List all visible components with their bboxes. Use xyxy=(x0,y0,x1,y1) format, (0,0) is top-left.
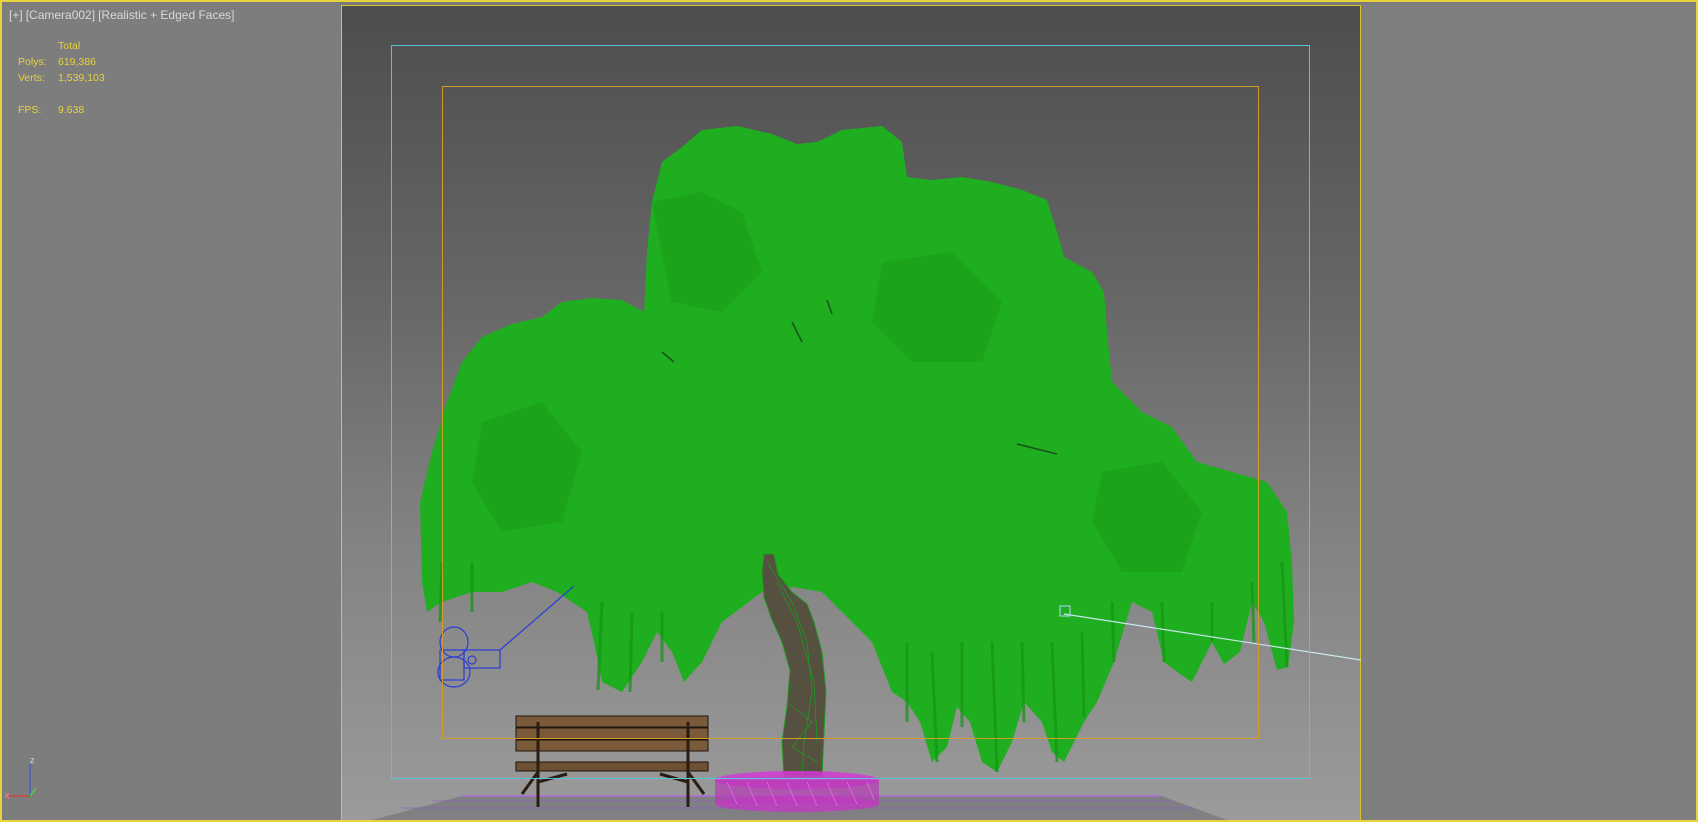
viewport-camera-label[interactable]: [Camera002] xyxy=(26,8,95,22)
safe-frame-inner xyxy=(442,86,1259,739)
stats-header-row: Total xyxy=(18,38,105,54)
viewport-menu[interactable]: [+] xyxy=(9,8,23,22)
fps-value: 9.638 xyxy=(58,104,85,116)
stats-header: Total xyxy=(58,40,81,52)
viewport-shading-label[interactable]: [Realistic + Edged Faces] xyxy=(98,8,234,22)
viewport-label[interactable]: [+] [Camera002] [Realistic + Edged Faces] xyxy=(9,8,237,22)
x-axis-label: x xyxy=(5,790,10,800)
polys-value: 619,386 xyxy=(58,56,96,68)
fps-label: FPS: xyxy=(18,104,42,116)
stats-verts-row: Verts: 1,539,103 xyxy=(18,70,105,86)
axis-gizmo: z x xyxy=(5,755,37,800)
stats-spacer xyxy=(18,38,58,54)
verts-value: 1,539,103 xyxy=(58,72,105,84)
viewport-3d[interactable]: [+] [Camera002] [Realistic + Edged Faces] … xyxy=(0,0,1698,822)
y-axis-line xyxy=(29,787,37,797)
scene-statistics: Total Polys: 619,386 Verts: 1,539,103 FP… xyxy=(18,38,105,118)
stats-fps-row: FPS: 9.638 xyxy=(18,102,105,118)
verts-label: Verts: xyxy=(18,72,45,84)
z-axis-label: z xyxy=(30,755,35,765)
polys-label: Polys: xyxy=(18,56,47,68)
stats-polys-row: Polys: 619,386 xyxy=(18,54,105,70)
